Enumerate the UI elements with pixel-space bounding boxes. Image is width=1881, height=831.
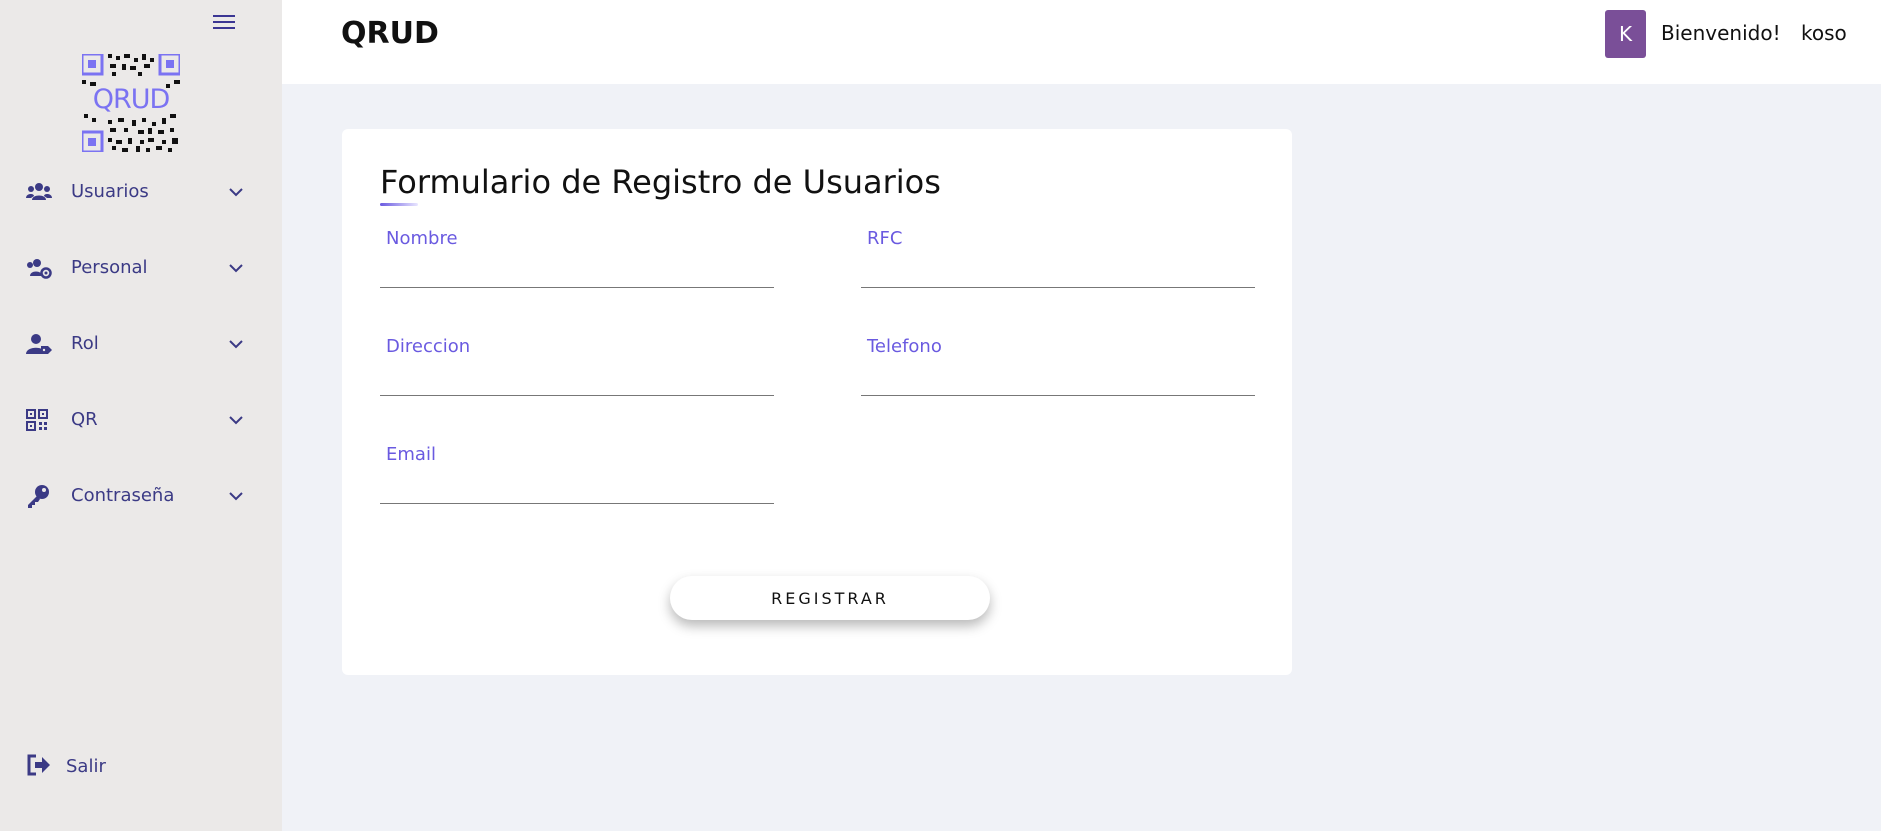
nombre-input[interactable]	[380, 254, 774, 288]
sidebar-item-label: QR	[71, 409, 98, 430]
email-field: Email	[380, 444, 774, 516]
chevron-down-icon	[229, 340, 243, 349]
chevron-down-icon	[229, 188, 243, 197]
rfc-field: RFC	[861, 228, 1255, 300]
registration-form-card: Formulario de Registro de Usuarios Nombr…	[342, 129, 1292, 675]
sidebar-item-contrasena[interactable]: Contraseña	[0, 474, 282, 518]
telefono-input[interactable]	[861, 362, 1255, 396]
chevron-down-icon	[229, 416, 243, 425]
username[interactable]: koso	[1801, 21, 1847, 45]
sidebar-item-personal[interactable]: Personal	[0, 246, 282, 290]
registrar-button[interactable]: REGISTRAR	[670, 576, 990, 620]
sidebar-item-qr[interactable]: QR	[0, 398, 282, 442]
users-icon	[26, 183, 52, 200]
sign-out-icon	[27, 754, 50, 776]
qr-logo: QRUD	[80, 52, 182, 154]
direccion-input[interactable]	[380, 362, 774, 396]
form-title: Formulario de Registro de Usuarios	[380, 163, 941, 201]
chevron-down-icon	[229, 264, 243, 273]
user-tag-icon	[26, 334, 52, 354]
telefono-field: Telefono	[861, 336, 1255, 408]
rfc-input[interactable]	[861, 254, 1255, 288]
rfc-label: RFC	[867, 228, 903, 249]
sidebar-item-label: Rol	[71, 333, 99, 354]
sidebar-item-label: Contraseña	[71, 485, 175, 506]
users-gear-icon	[27, 259, 52, 279]
email-input[interactable]	[380, 470, 774, 504]
welcome-text: Bienvenido!	[1661, 21, 1781, 45]
logout-label: Salir	[66, 756, 106, 777]
logo-text: QRUD	[92, 84, 171, 115]
sidebar-item-label: Usuarios	[71, 181, 149, 202]
logout-button[interactable]: Salir	[0, 745, 282, 785]
nombre-label: Nombre	[386, 228, 458, 249]
sidebar-item-rol[interactable]: Rol	[0, 322, 282, 366]
email-label: Email	[386, 444, 436, 465]
qrcode-icon	[26, 409, 48, 431]
direccion-label: Direccion	[386, 336, 471, 357]
title-underline	[380, 203, 418, 206]
brand-title: QRUD	[341, 16, 439, 51]
key-icon	[28, 485, 49, 508]
top-header: QRUD K Bienvenido! koso	[282, 0, 1881, 84]
menu-toggle-icon[interactable]	[213, 15, 235, 31]
sidebar-item-label: Personal	[71, 257, 148, 278]
direccion-field: Direccion	[380, 336, 774, 408]
avatar[interactable]: K	[1605, 10, 1646, 58]
sidebar-item-usuarios[interactable]: Usuarios	[0, 170, 282, 214]
nombre-field: Nombre	[380, 228, 774, 300]
sidebar: QRUD Usuarios Personal Rol QR Contraseña…	[0, 0, 282, 831]
chevron-down-icon	[229, 492, 243, 501]
telefono-label: Telefono	[867, 336, 942, 357]
